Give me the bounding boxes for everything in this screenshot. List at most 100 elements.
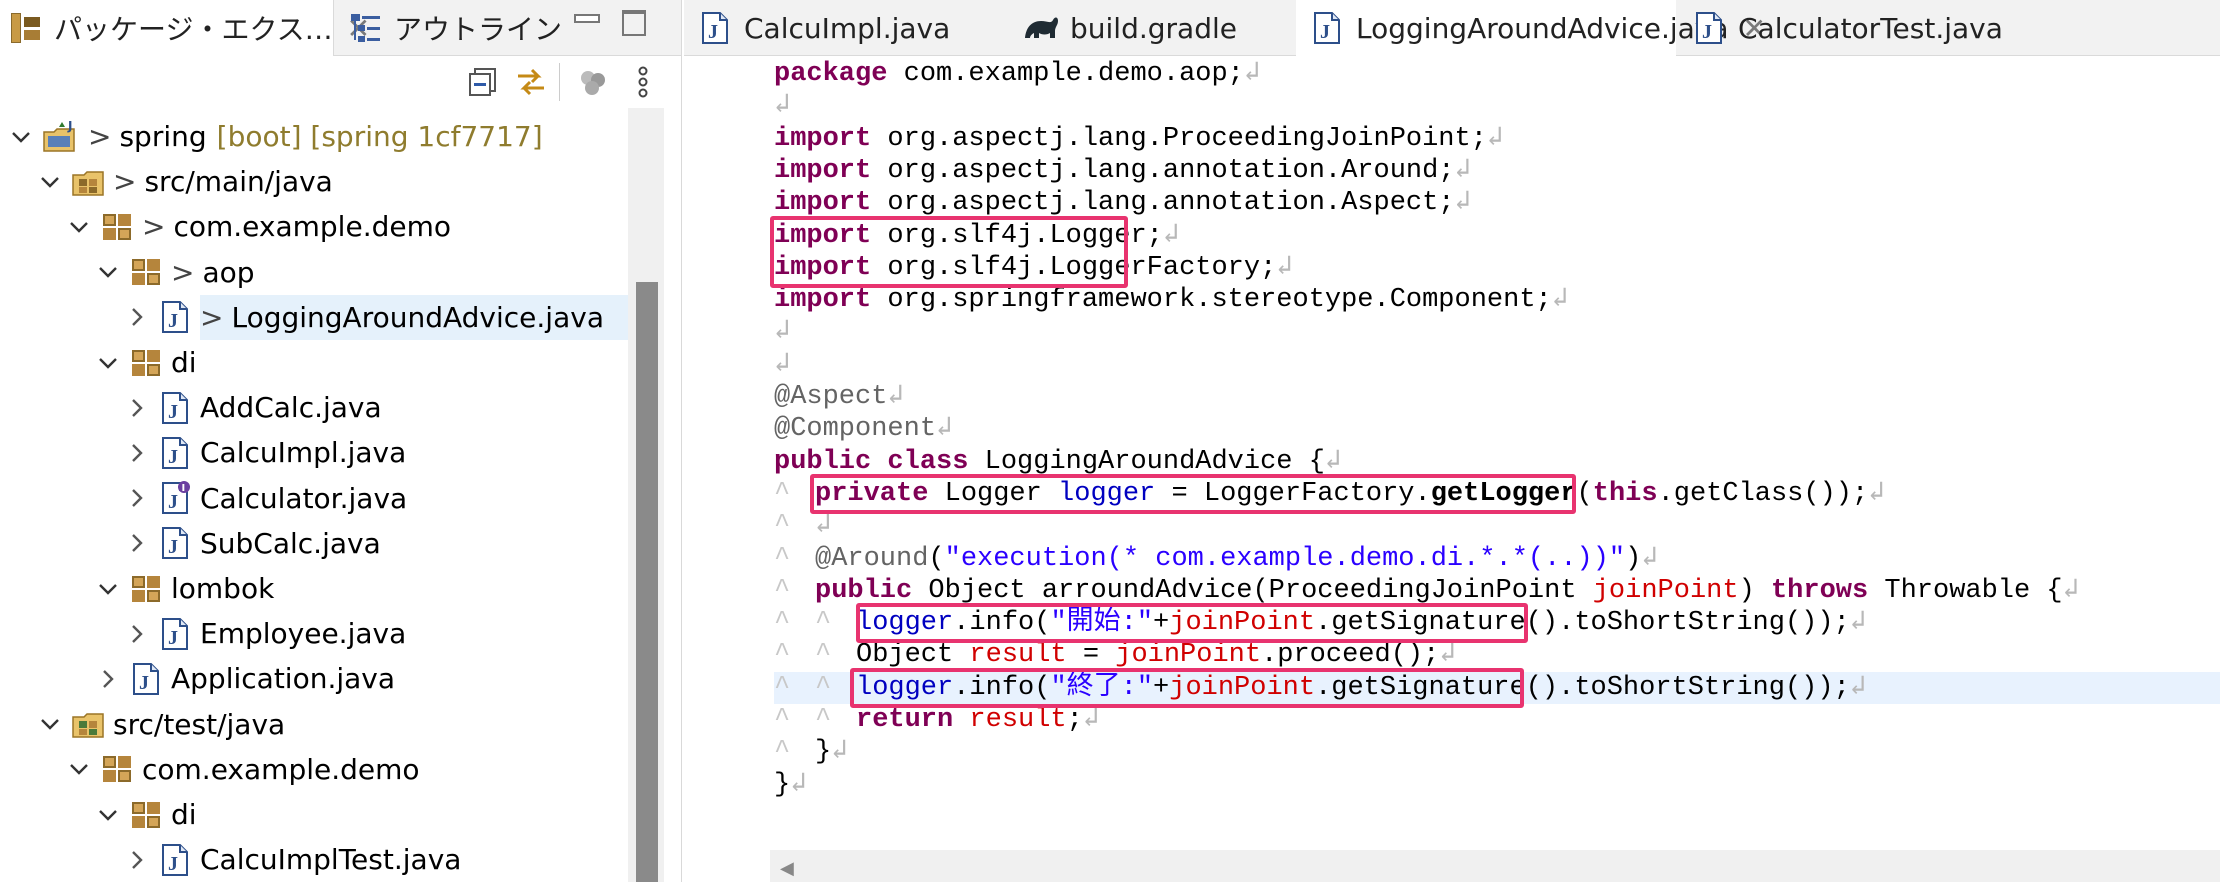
java-file-icon: J	[158, 843, 192, 877]
collapse-all-icon[interactable]	[462, 61, 504, 103]
line-end-marker	[1455, 188, 1471, 218]
tree-item[interactable]: > com.example.demo	[0, 204, 628, 249]
chevron-right-icon[interactable]	[124, 847, 150, 873]
local-variable-token: joinPoint	[1169, 608, 1316, 639]
link-with-editor-icon[interactable]	[510, 61, 552, 103]
svg-text:J: J	[67, 120, 72, 133]
chevron-down-icon[interactable]	[8, 124, 34, 150]
code-token: Object arroundAdvice(ProceedingJoinPoint	[912, 575, 1593, 606]
chevron-down-icon[interactable]	[95, 259, 121, 285]
tree-item[interactable]: lombok	[0, 566, 628, 611]
tab-outline[interactable]: アウトライン	[336, 0, 586, 56]
code-line: return result;	[774, 704, 1099, 736]
line-end-marker	[815, 511, 831, 541]
tree-item[interactable]: J CalcuImplTest.java	[0, 837, 628, 882]
code-token: LoggingAroundAdvice {	[968, 446, 1325, 477]
keyword-token: import	[774, 123, 872, 154]
java-file-icon: J	[158, 391, 192, 425]
tree-item[interactable]: J AddCalc.java	[0, 385, 628, 430]
keyword-token: this	[1592, 478, 1658, 509]
code-line: logger.info("終了:"+joinPoint.getSignature…	[774, 671, 2220, 704]
tree-item[interactable]: J Application.java	[0, 656, 628, 701]
editor-tab-label: LoggingAroundAdvice.java	[1356, 11, 1729, 45]
chevron-right-icon[interactable]	[95, 666, 121, 692]
java-interface-file-icon: JI	[158, 481, 192, 515]
code-token: Throwable {	[1868, 575, 2063, 606]
java-file-icon: J	[158, 526, 192, 560]
tab-whitespace-marker	[815, 704, 856, 736]
package-icon	[129, 798, 163, 832]
local-variable-token: joinPoint	[1169, 672, 1316, 703]
tree-item-label: Calculator.java	[200, 481, 408, 515]
chevron-down-icon[interactable]	[95, 350, 121, 376]
code-text-area[interactable]: package com.example.demo.aop; import org.…	[684, 56, 2220, 850]
code-token: +	[1153, 608, 1170, 639]
tree-item[interactable]: J SubCalc.java	[0, 521, 628, 566]
chevron-right-icon[interactable]	[124, 530, 150, 556]
svg-text:J: J	[168, 310, 178, 332]
string-literal-token: "execution(* com.example.demo.di.*.*(..)…	[944, 543, 1626, 574]
tree-item[interactable]: J Employee.java	[0, 611, 628, 656]
keyword-token: throws	[1770, 575, 1869, 606]
scroll-left-icon[interactable]: ◀	[780, 858, 794, 879]
chevron-right-icon[interactable]	[124, 304, 150, 330]
tree-item[interactable]: com.example.demo	[0, 747, 628, 792]
maximize-icon[interactable]	[618, 6, 648, 36]
tree-item-label: src/test/java	[113, 707, 286, 741]
tab-package-explorer[interactable]: パッケージ・エクス… ✕	[0, 0, 370, 56]
chevron-down-icon[interactable]	[37, 711, 63, 737]
tab-whitespace-marker	[774, 510, 815, 542]
tree-item[interactable]: di	[0, 792, 628, 837]
tree-item[interactable]: > aop	[0, 250, 628, 295]
tree-item[interactable]: J I Calculator.java	[0, 476, 628, 521]
chevron-down-icon[interactable]	[95, 802, 121, 828]
tab-whitespace-marker	[774, 575, 815, 607]
code-line: @Aspect	[774, 381, 904, 413]
annotation-token: @Around	[815, 543, 929, 574]
horizontal-scrollbar[interactable]	[770, 850, 2220, 882]
keyword-token: public	[774, 446, 872, 477]
line-end-marker	[887, 382, 903, 412]
source-folder-icon	[71, 707, 105, 741]
code-token: =	[1066, 640, 1116, 671]
chevron-down-icon[interactable]	[66, 756, 92, 782]
tree-item[interactable]: J > spring [boot] [spring 1cf7717]	[0, 114, 628, 159]
static-method-token: getLogger	[1430, 478, 1577, 509]
code-line	[774, 316, 790, 348]
chevron-right-icon[interactable]	[124, 485, 150, 511]
chevron-down-icon[interactable]	[95, 576, 121, 602]
minimize-icon[interactable]	[570, 6, 600, 36]
chevron-right-icon[interactable]	[124, 621, 150, 647]
editor-tab-calculatortest[interactable]: J CalculatorTest.java	[1678, 0, 2038, 56]
filter-icon[interactable]	[572, 61, 614, 103]
view-menu-icon[interactable]	[622, 61, 664, 103]
code-line: import org.springframework.stereotype.Co…	[774, 284, 1568, 316]
outline-icon	[348, 10, 384, 46]
code-line	[774, 349, 790, 381]
project-decoration: [boot] [spring 1cf7717]	[216, 120, 543, 153]
code-token: ;	[1066, 705, 1083, 735]
chevron-right-icon[interactable]	[124, 395, 150, 421]
code-token: org.slf4j.LoggerFactory;	[871, 252, 1277, 283]
tree-item[interactable]: J > LoggingAroundAdvice.java	[0, 294, 628, 340]
tree-item[interactable]: > src/main/java	[0, 159, 628, 204]
outgoing-change-marker: >	[142, 210, 166, 244]
code-line: public class LoggingAroundAdvice {	[774, 446, 1341, 478]
tab-whitespace-marker	[815, 639, 856, 671]
java-file-icon: J	[158, 617, 192, 651]
tab-whitespace-marker	[815, 607, 856, 639]
line-end-marker	[1868, 479, 1884, 509]
code-token: )	[1738, 575, 1771, 606]
tree-item[interactable]: J CalcuImpl.java	[0, 430, 628, 475]
chevron-down-icon[interactable]	[66, 214, 92, 240]
tree-item[interactable]: src/test/java	[0, 702, 628, 747]
tree-item[interactable]: di	[0, 340, 628, 385]
chevron-right-icon[interactable]	[124, 440, 150, 466]
chevron-down-icon[interactable]	[37, 169, 63, 195]
editor-tab-build-gradle[interactable]: build.gradle	[1008, 0, 1308, 56]
editor-tab-label: build.gradle	[1070, 11, 1237, 45]
line-end-marker	[1083, 705, 1099, 735]
editor-tab-loggingaroundadvice[interactable]: J LoggingAroundAdvice.java ✕	[1296, 0, 1766, 56]
scrollbar-thumb[interactable]	[636, 282, 658, 882]
package-icon	[129, 255, 163, 289]
